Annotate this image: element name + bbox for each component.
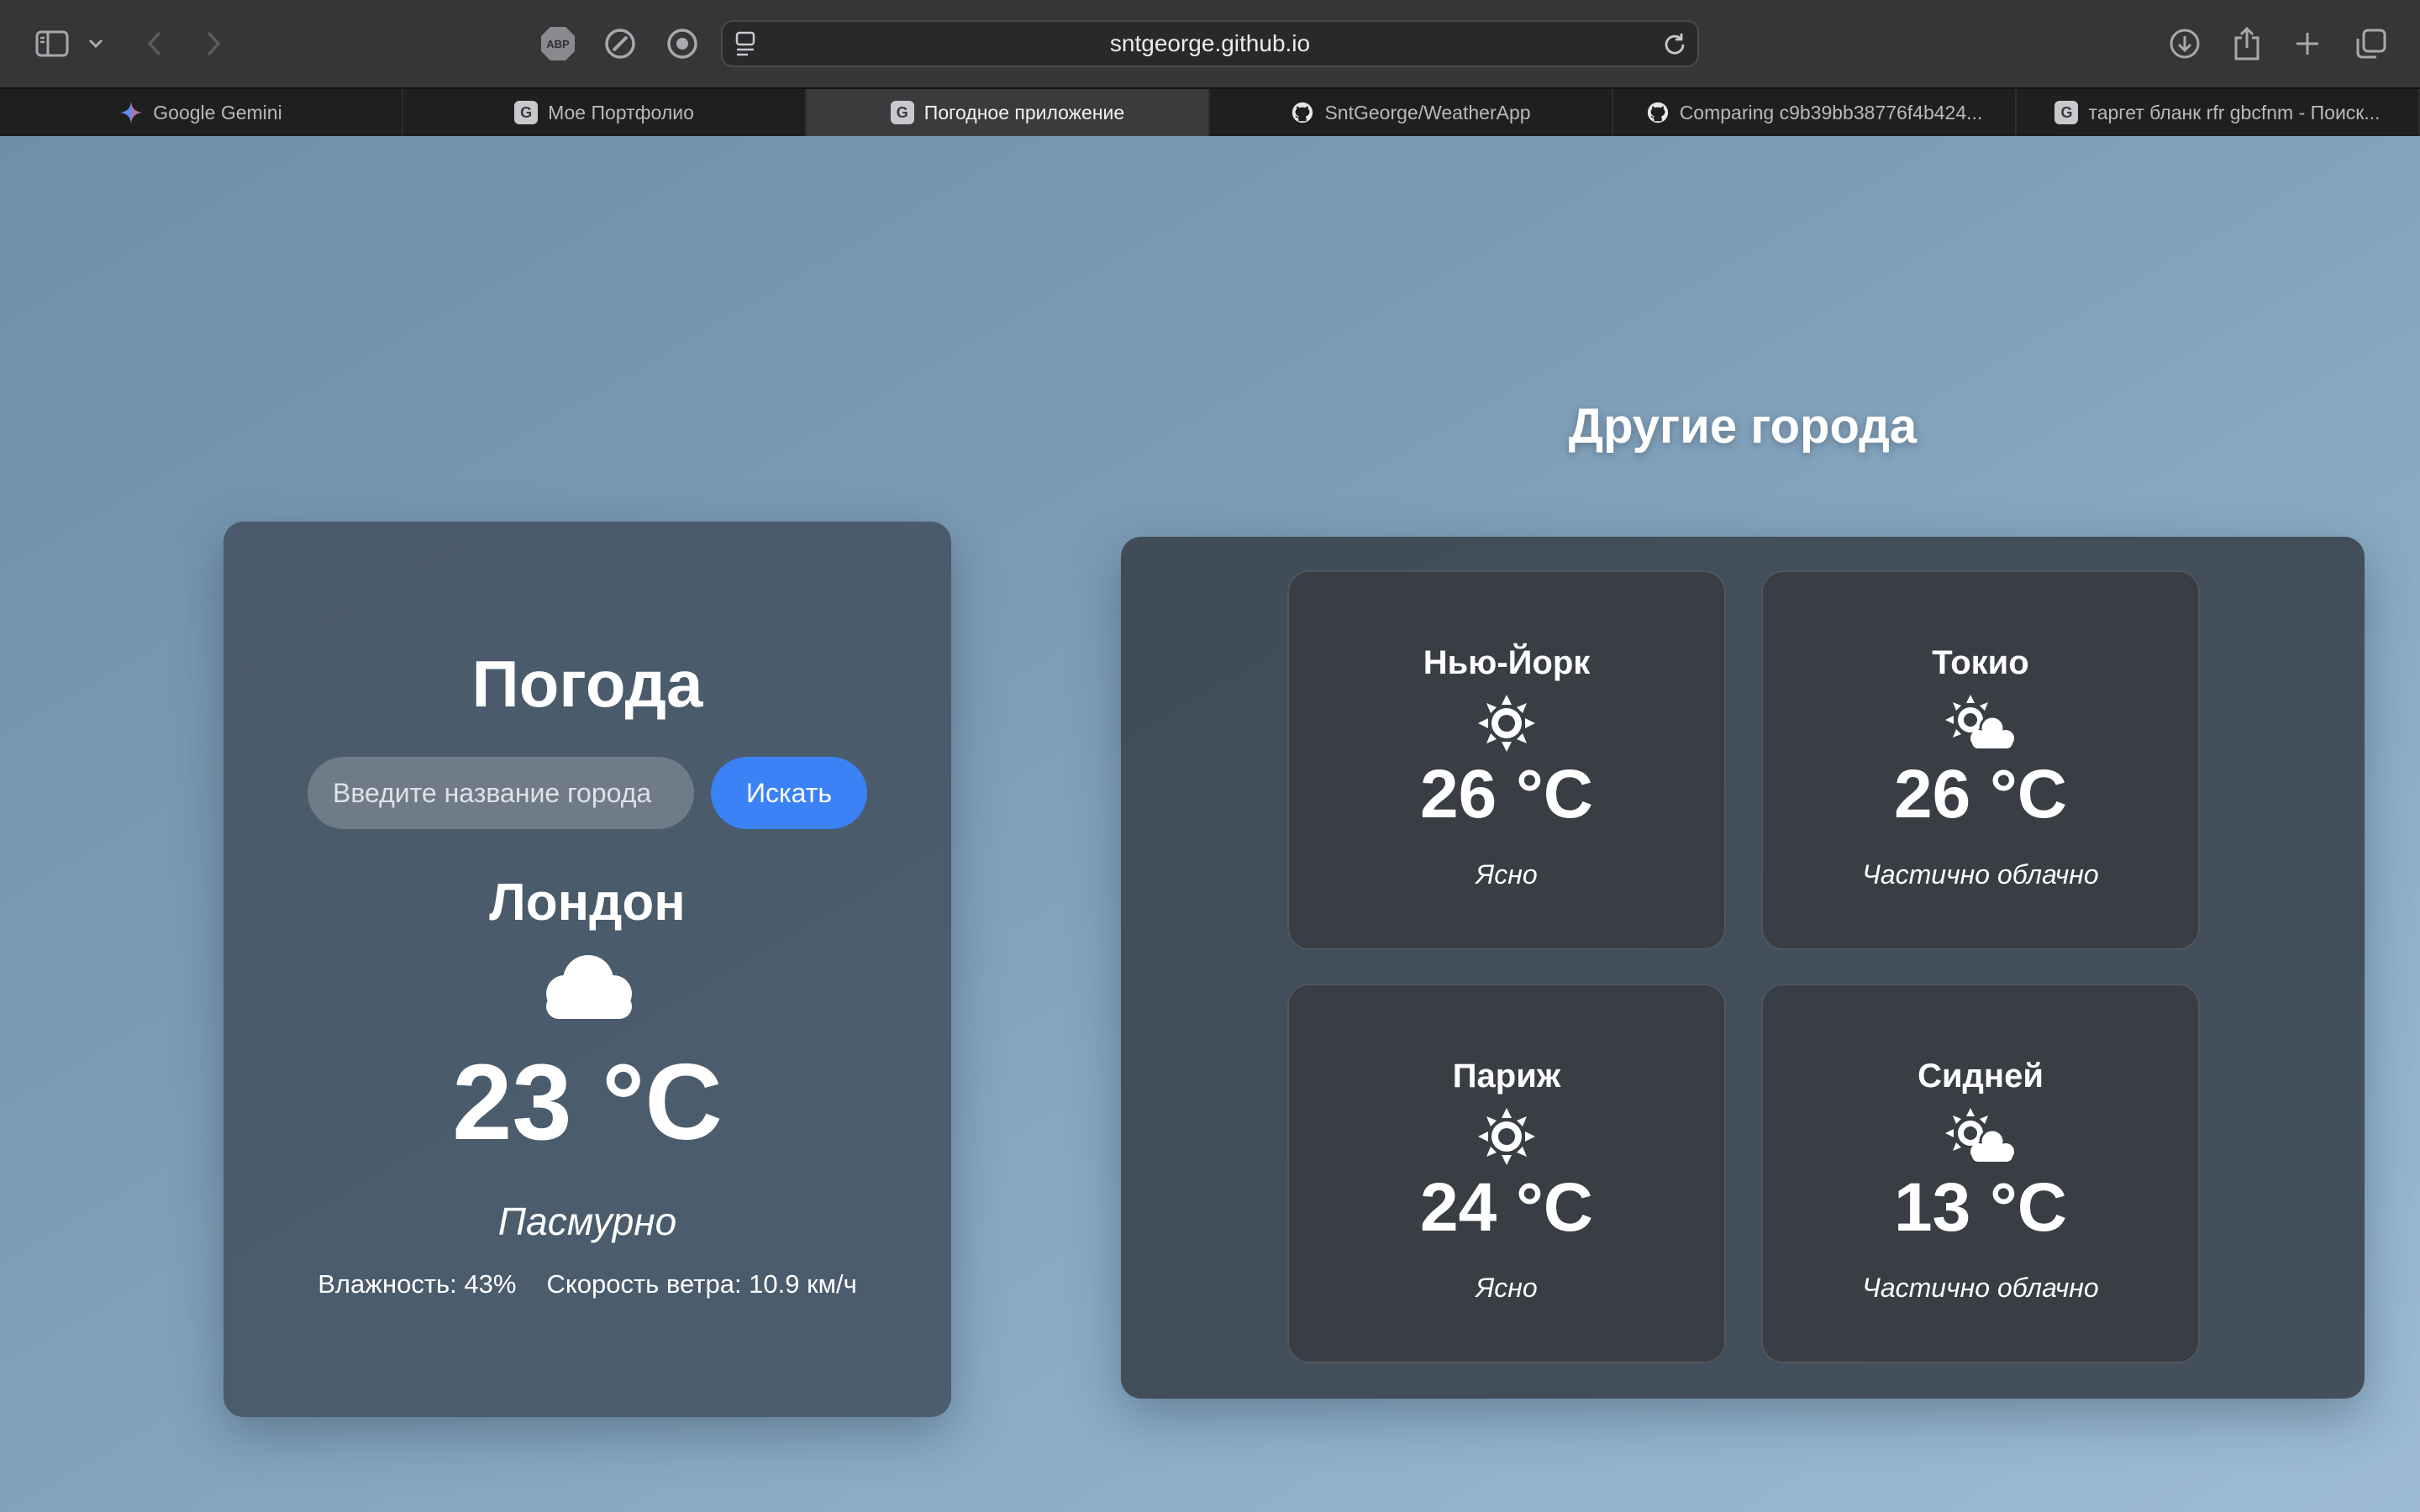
weather-details: Влажность: 43% Скорость ветра: 10.9 км/ч <box>224 1269 951 1299</box>
g-favicon-icon: G <box>2054 101 2079 124</box>
city-card-temperature: 24 °C <box>1419 1169 1593 1246</box>
reader-view-icon[interactable] <box>734 30 758 63</box>
main-weather-card: Погода Искать Лондон 23 °C Пасмурно Влаж… <box>224 522 951 1417</box>
reload-icon[interactable] <box>1660 30 1689 65</box>
new-tab-plus-icon[interactable] <box>2284 20 2331 67</box>
tab-overview-icon[interactable] <box>2348 20 2395 67</box>
city-card-description: Ясно <box>1476 859 1538 890</box>
current-description: Пасмурно <box>497 1200 677 1243</box>
current-city-name: Лондон <box>489 874 686 932</box>
city-card-temperature: 13 °C <box>1893 1169 2067 1246</box>
chevron-down-icon[interactable] <box>79 20 113 67</box>
svg-text:ABP: ABP <box>546 38 570 50</box>
g-favicon-icon: G <box>890 101 914 124</box>
back-arrow-icon[interactable] <box>131 20 178 67</box>
partly-cloudy-icon <box>1763 695 2198 752</box>
forward-arrow-icon[interactable] <box>190 20 237 67</box>
city-search-input[interactable] <box>308 757 694 829</box>
city-card-temperature: 26 °C <box>1419 756 1593 832</box>
city-card-new-york[interactable]: Нью-Йорк 26 °C Ясно <box>1287 570 1726 950</box>
tab-google-gemini[interactable]: Google Gemini <box>0 89 403 136</box>
downloads-icon[interactable] <box>2161 20 2208 67</box>
city-card-name: Токио <box>1932 644 2029 681</box>
adblock-icon[interactable]: ABP <box>534 20 581 67</box>
current-temperature: 23 °C <box>452 1042 723 1163</box>
tab-github-comparing[interactable]: Comparing c9b39bb38776f4b424... <box>1613 89 2017 136</box>
url-text[interactable]: sntgeorge.github.io <box>1110 30 1310 57</box>
sidebar-toggle-icon[interactable] <box>29 20 76 67</box>
block-extension-icon[interactable] <box>597 20 644 67</box>
city-card-tokyo[interactable]: Токио 26 °C Частично облачно <box>1761 570 2200 950</box>
city-card-name: Сидней <box>1918 1058 2044 1095</box>
tab-weather-app[interactable]: G Погодное приложение <box>807 89 1210 136</box>
tab-label: SntGeorge/WeatherApp <box>1324 101 1531 123</box>
record-extension-icon[interactable] <box>659 20 706 67</box>
sun-icon <box>1289 695 1724 752</box>
address-bar[interactable]: sntgeorge.github.io <box>721 20 1699 67</box>
share-icon[interactable] <box>2223 20 2270 67</box>
weather-page: Погода Искать Лондон 23 °C Пасмурно Влаж… <box>0 136 2420 1512</box>
tab-label: Мое Портфолио <box>548 101 694 123</box>
sun-icon <box>1289 1108 1724 1165</box>
page-title: Погода <box>471 647 703 721</box>
search-button[interactable]: Искать <box>711 757 867 829</box>
tab-bar: Google Gemini G Мое Портфолио G Погодное… <box>0 87 2420 136</box>
github-icon <box>1646 101 1670 124</box>
city-card-description: Частично облачно <box>1862 1273 2099 1303</box>
city-card-sydney[interactable]: Сидней 13 °C Частично облачно <box>1761 984 2200 1363</box>
city-card-name: Париж <box>1452 1058 1561 1095</box>
tab-label: Comparing c9b39bb38776f4b424... <box>1679 101 1983 123</box>
other-cities-heading: Другие города <box>1568 399 1918 454</box>
partly-cloudy-icon <box>1763 1108 2198 1165</box>
tab-portfolio[interactable]: G Мое Портфолио <box>403 89 807 136</box>
city-card-name: Нью-Йорк <box>1423 644 1591 681</box>
github-icon <box>1291 101 1314 124</box>
city-card-paris[interactable]: Париж 24 °C Ясно <box>1287 984 1726 1363</box>
cloud-icon <box>536 948 640 1026</box>
city-card-description: Частично облачно <box>1862 859 2099 890</box>
tab-github-weatherapp[interactable]: SntGeorge/WeatherApp <box>1210 89 1613 136</box>
gemini-icon <box>119 101 143 124</box>
city-card-description: Ясно <box>1476 1273 1538 1303</box>
other-cities-panel: Нью-Йорк 26 °C Ясно Токио 26 °C Частично… <box>1121 537 2365 1399</box>
g-favicon-icon: G <box>514 101 539 124</box>
tab-label: Погодное приложение <box>923 101 1125 123</box>
city-card-temperature: 26 °C <box>1893 756 2067 832</box>
tab-label: Google Gemini <box>153 101 282 123</box>
wind-speed-text: Скорость ветра: 10.9 км/ч <box>546 1269 857 1299</box>
humidity-text: Влажность: 43% <box>318 1269 517 1299</box>
tab-label: таргет бланк rfr gbcfnm - Поиск... <box>2088 101 2381 123</box>
tab-search[interactable]: G таргет бланк rfr gbcfnm - Поиск... <box>2017 89 2420 136</box>
browser-toolbar: ABP sntgeorge.github.io <box>0 0 2420 87</box>
